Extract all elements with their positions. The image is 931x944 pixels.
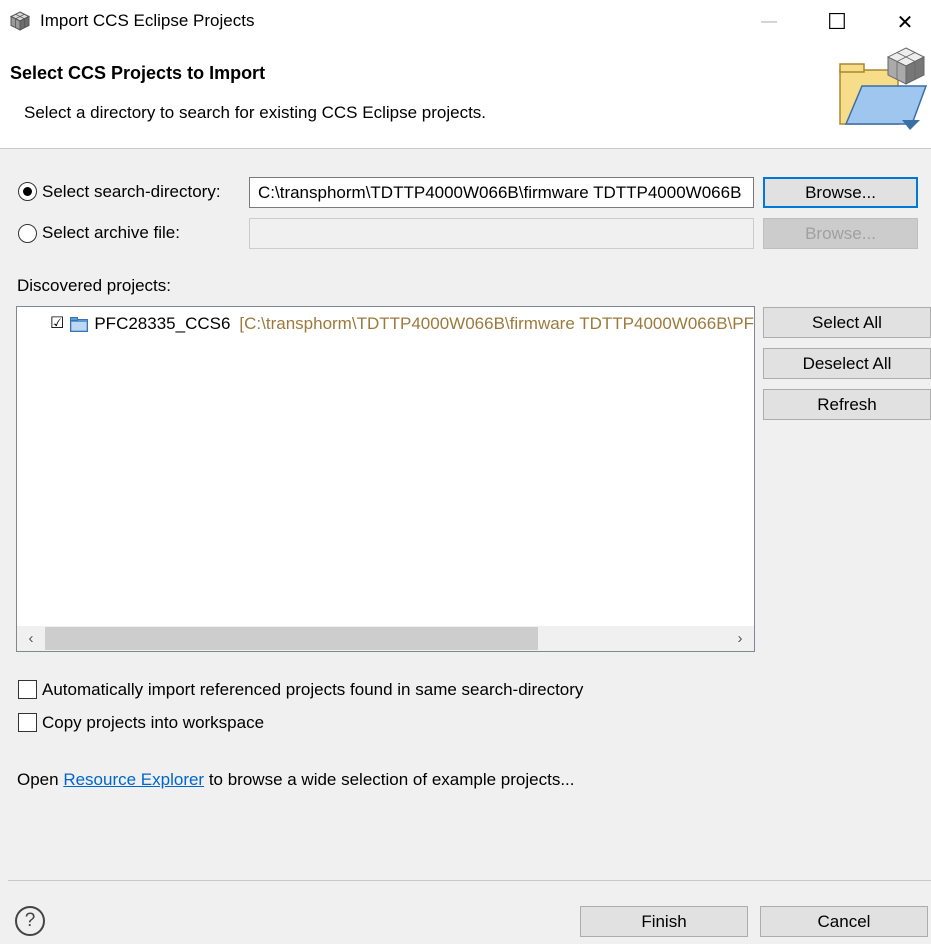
resource-explorer-text: Open Resource Explorer to browse a wide … [17, 770, 575, 790]
minimize-button[interactable]: — [746, 0, 792, 44]
page-title: Select CCS Projects to Import [10, 63, 266, 83]
scroll-right-icon[interactable]: › [726, 626, 754, 651]
browse-archive-button: Browse... [763, 218, 918, 249]
copy-projects-checkbox[interactable] [18, 713, 37, 732]
auto-import-checkbox[interactable] [18, 680, 37, 699]
minimize-icon: — [761, 13, 777, 30]
archive-file-label[interactable]: Select archive file: [42, 223, 180, 243]
maximize-button[interactable]: ☐ [814, 0, 860, 44]
maximize-icon: ☐ [827, 9, 847, 34]
resource-prefix: Open [17, 770, 64, 789]
cube-icon [9, 10, 31, 32]
scrollbar-thumb[interactable] [45, 627, 538, 650]
deselect-all-button[interactable]: Deselect All [763, 348, 931, 379]
window-title: Import CCS Eclipse Projects [40, 11, 255, 30]
radio-selected-indicator [18, 182, 37, 201]
search-directory-radio[interactable] [18, 182, 37, 201]
footer-separator [8, 880, 931, 881]
resource-explorer-link[interactable]: Resource Explorer [63, 770, 204, 789]
browse-directory-button[interactable]: Browse... [763, 177, 918, 208]
copy-projects-label[interactable]: Copy projects into workspace [42, 713, 264, 733]
project-path: [C:\transphorm\TDTTP4000W066B\firmware T… [239, 314, 754, 333]
search-directory-field[interactable]: C:\transphorm\TDTTP4000W066B\firmware TD… [249, 177, 754, 208]
discovered-projects-label: Discovered projects: [17, 276, 172, 295]
auto-import-label[interactable]: Automatically import referenced projects… [42, 680, 583, 700]
project-checkbox[interactable]: ☑ [50, 316, 64, 332]
help-icon[interactable]: ? [15, 906, 45, 936]
horizontal-scrollbar[interactable]: ‹ › [17, 626, 754, 651]
archive-file-radio[interactable] [18, 224, 37, 243]
archive-file-field [249, 218, 754, 249]
radio-unselected-indicator [18, 224, 37, 243]
resource-suffix: to browse a wide selection of example pr… [204, 770, 575, 789]
title-bar: Import CCS Eclipse Projects — ☐ ✕ [0, 0, 931, 44]
search-directory-label[interactable]: Select search-directory: [42, 182, 221, 202]
project-list[interactable]: ☑ PFC28335_CCS6 [C:\transphorm\TDTTP4000… [16, 306, 755, 652]
wizard-header: Select CCS Projects to Import Select a d… [0, 44, 931, 149]
finish-button[interactable]: Finish [580, 906, 748, 937]
folder-open-icon [836, 46, 928, 132]
folder-icon [70, 316, 89, 332]
select-all-button[interactable]: Select All [763, 307, 931, 338]
page-description: Select a directory to search for existin… [24, 103, 487, 122]
close-button[interactable]: ✕ [882, 0, 928, 44]
cancel-button[interactable]: Cancel [760, 906, 928, 937]
project-name: PFC28335_CCS6 [94, 314, 231, 333]
refresh-button[interactable]: Refresh [763, 389, 931, 420]
project-row[interactable]: ☑ PFC28335_CCS6 [C:\transphorm\TDTTP4000… [50, 311, 754, 337]
close-icon: ✕ [896, 11, 914, 34]
scroll-left-icon[interactable]: ‹ [17, 626, 45, 651]
